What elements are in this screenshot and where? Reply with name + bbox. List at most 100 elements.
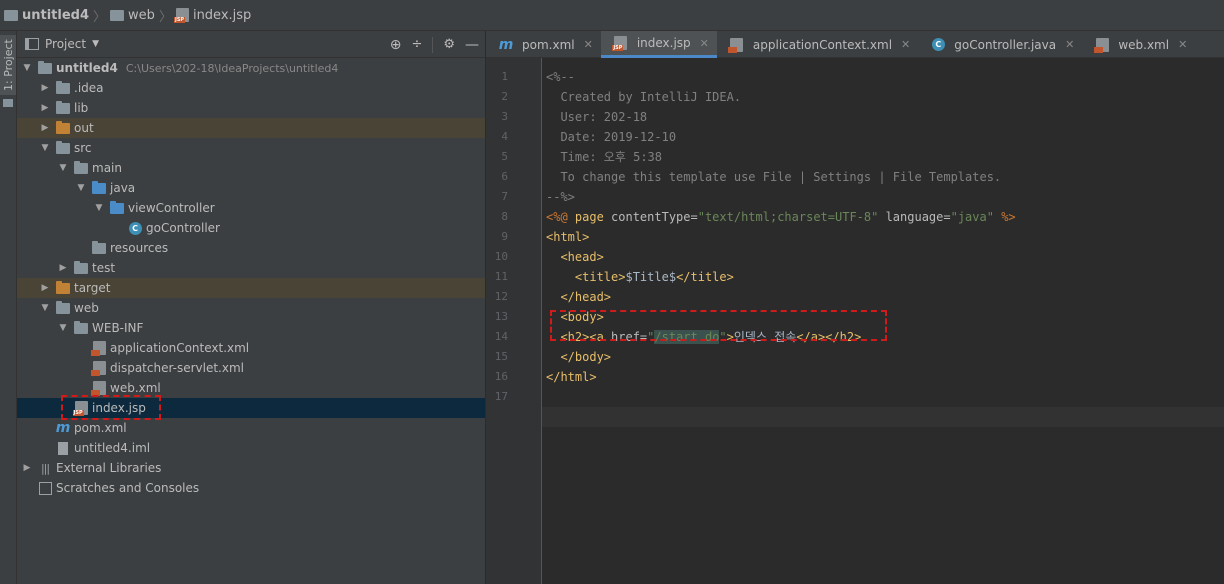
tree-item[interactable]: ▼ java [17,178,485,198]
tree-item-label: lib [74,101,89,115]
breadcrumb-folder[interactable]: web [110,0,155,31]
tree-item-label: java [110,181,136,195]
tree-item[interactable]: ▶ out [17,118,485,138]
panel-toolbar: ⊕ ÷ ⚙ — [390,31,479,58]
source-folder-icon [91,180,107,195]
folder-icon [55,80,71,95]
excluded-folder-icon [55,280,71,295]
project-view-selector[interactable]: Project [45,37,86,51]
close-icon[interactable]: ✕ [901,38,910,51]
tree-item[interactable]: web.xml [17,378,485,398]
expanded-arrow-icon[interactable]: ▼ [39,303,51,313]
line-number: 6 [501,170,508,183]
breadcrumb-file[interactable]: index.jsp [173,0,251,31]
gear-icon[interactable]: ⚙ [443,37,455,52]
web-xml-icon [90,381,107,396]
class-icon: C [127,221,143,235]
close-icon[interactable]: ✕ [584,38,593,51]
line-number: 13 [494,310,508,323]
expanded-arrow-icon[interactable]: ▼ [75,183,87,193]
maven-icon: m [55,420,71,436]
tree-item[interactable]: ▼ viewController [17,198,485,218]
code-token: $Title$ [625,270,677,284]
tree-item[interactable]: ▼ main [17,158,485,178]
tree-item[interactable]: untitled4.iml [17,438,485,458]
module-folder-icon [4,9,18,21]
tree-item[interactable]: ▼ untitled4 C:\Users\202-18\IdeaProjects\u… [17,58,485,78]
collapsed-arrow-icon[interactable]: ▶ [21,463,33,473]
gutter-divider [541,58,542,584]
line-number: 17 [494,390,508,403]
editor-tabs: mpom.xml✕index.jsp✕applicationContext.xm… [486,31,1224,58]
collapsed-arrow-icon[interactable]: ▶ [39,123,51,133]
web-xml-icon [1093,37,1110,53]
editor-tab[interactable]: m pom.xml ✕ [486,31,601,58]
jsp-file-icon [173,8,189,23]
code-line: --%> [546,187,575,207]
code-token: > [726,330,734,344]
code-editor[interactable]: 1 2 3 4 5 6 7 8 9 10 11 12 13 14 15 16 17 <%-- Created b… [486,58,1224,584]
expanded-arrow-icon[interactable]: ▼ [93,203,105,213]
breadcrumb-folder-label: web [128,7,155,23]
tree-item-label: dispatcher-servlet.xml [110,361,244,375]
folder-icon [3,99,13,107]
tree-item[interactable]: ▶ target [17,278,485,298]
collapsed-arrow-icon[interactable]: ▶ [39,283,51,293]
expanded-arrow-icon[interactable]: ▼ [21,63,33,73]
close-icon[interactable]: ✕ [1178,38,1187,51]
tree-item[interactable]: ▶ .idea [17,78,485,98]
tree-item-label: web [74,301,99,315]
close-icon[interactable]: ✕ [700,37,709,50]
tree-item[interactable]: CgoController [17,218,485,238]
expanded-arrow-icon[interactable]: ▼ [39,143,51,153]
tree-item-label: main [92,161,122,175]
tree-item[interactable]: ▶ lib [17,98,485,118]
web-folder-icon [110,9,125,21]
collapse-all-icon[interactable]: ÷ [411,37,422,52]
project-panel-header: Project ▼ ⊕ ÷ ⚙ — [17,31,485,58]
expanded-arrow-icon[interactable]: ▼ [57,163,69,173]
code-token: href= [611,330,648,344]
breadcrumb-separator: 〉 [158,9,172,25]
editor-tab[interactable]: index.jsp ✕ [600,31,717,58]
collapsed-arrow-icon[interactable]: ▶ [39,103,51,113]
editor-tab[interactable]: web.xml ✕ [1082,31,1195,58]
editor-tab[interactable]: applicationContext.xml ✕ [717,31,918,58]
tree-item[interactable]: dispatcher-servlet.xml [17,358,485,378]
tree-item-label: test [92,261,116,275]
chevron-down-icon[interactable]: ▼ [92,39,99,49]
locate-icon[interactable]: ⊕ [390,37,402,53]
tree-item[interactable]: ▶ ||| External Libraries [17,458,485,478]
scratches-icon [37,481,53,495]
tree-item[interactable]: ▶ test [17,258,485,278]
iml-file-icon [55,441,71,455]
editor-tab[interactable]: CgoController.java ✕ [918,31,1082,58]
code-token: </head> [560,290,612,304]
collapsed-arrow-icon[interactable]: ▶ [39,83,51,93]
current-line-highlight [542,407,1224,427]
tree-item[interactable]: ▼ src [17,138,485,158]
tree-item-label: pom.xml [74,421,127,435]
expanded-arrow-icon[interactable]: ▼ [57,323,69,333]
tree-item[interactable]: resources [17,238,485,258]
tree-item[interactable]: m pom.xml [17,418,485,438]
project-tool-window-button[interactable]: 1: Project [0,35,16,95]
editor-tab-label: applicationContext.xml [752,37,893,52]
code-line: </head> [546,287,611,307]
code-token: language= [878,210,951,224]
collapsed-arrow-icon[interactable]: ▶ [57,263,69,273]
tree-item[interactable]: index.jsp [17,398,485,418]
code-token: Date: 2019-12-10 [546,130,677,144]
xml-file-icon [90,361,107,376]
tree-item-label: .idea [74,81,104,95]
close-icon[interactable]: ✕ [1065,38,1074,51]
toolbar-divider [432,36,434,53]
tree-item[interactable]: Scratches and Consoles [17,478,485,498]
tree-item[interactable]: ▼ web [17,298,485,318]
tree-item[interactable]: ▼ WEB-INF [17,318,485,338]
tree-item[interactable]: applicationContext.xml [17,338,485,358]
code-token: " [719,330,727,344]
minimize-icon[interactable]: — [465,37,479,53]
breadcrumb-project[interactable]: untitled4 [4,0,89,31]
